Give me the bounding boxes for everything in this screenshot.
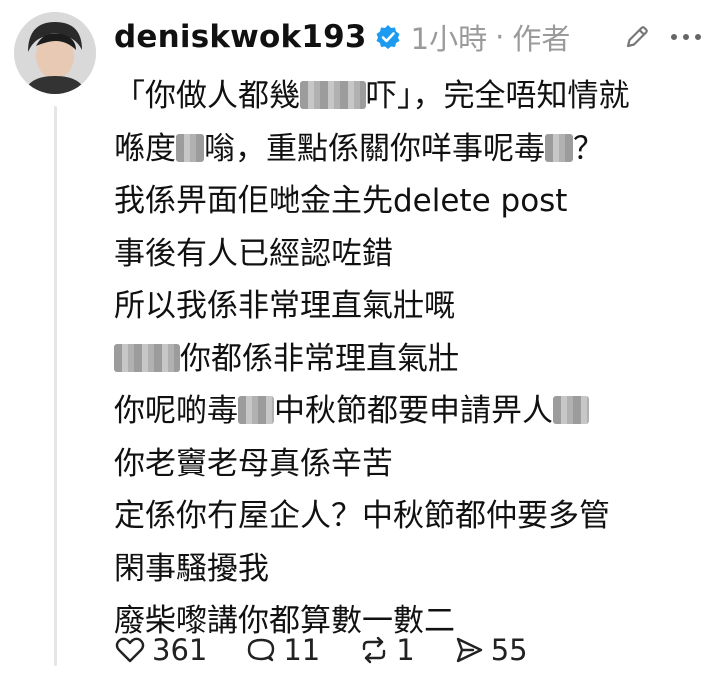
post-text-segment: 你都係非常理直氣壯 xyxy=(180,340,459,377)
post-text-segment: 吓」，完全唔知情就 xyxy=(366,78,630,114)
blurred-text xyxy=(545,133,573,162)
post-text-segment: 我係畀面佢哋金主先delete post xyxy=(114,183,568,219)
post-header: deniskwok193 1小時 · 作者 xyxy=(114,12,570,62)
post-text-line: 「你做人都幾 吓」，完全唔知情就 xyxy=(114,70,704,123)
share-button[interactable]: 55 xyxy=(453,633,528,667)
send-icon xyxy=(456,637,482,663)
comment-count: 11 xyxy=(283,633,321,667)
repost-button[interactable]: 1 xyxy=(358,633,415,667)
post-text-segment: 事後有人已經認咗錯 xyxy=(114,235,393,272)
post-text-line: 喺度 嗡，重點係關你咩事呢毒 ？ xyxy=(114,123,704,176)
verified-badge-icon xyxy=(375,24,401,50)
avatar[interactable] xyxy=(14,12,96,94)
thread-line xyxy=(54,106,57,666)
post-text-line: 我係畀面佢哋金主先delete post xyxy=(114,175,704,228)
post-text-segment: 「你做人都幾 xyxy=(114,78,300,114)
post-text-segment: ？ xyxy=(573,130,604,167)
post-text-segment: 定係你冇屋企人？中秋節都仲要多管 xyxy=(114,498,610,534)
repost-icon xyxy=(363,636,386,664)
blurred-text xyxy=(300,81,366,109)
post-text-segment: 嗡，重點係關你咩事呢毒 xyxy=(204,130,545,167)
post-text-segment: 你老竇老母真係辛苦 xyxy=(114,445,393,482)
comment-bubble-icon xyxy=(248,638,275,662)
blurred-text xyxy=(553,396,589,424)
post-text-segment: 閑事騷擾我 xyxy=(114,550,269,587)
avatar-image xyxy=(14,12,96,94)
post-time[interactable]: 1小時 xyxy=(411,16,487,58)
username[interactable]: deniskwok193 xyxy=(114,19,367,55)
post-body: 「你做人都幾 吓」，完全唔知情就 喺度 嗡，重點係關你咩事呢毒 ？我係畀面佢哋金主先de… xyxy=(114,70,704,648)
post-text-line: 所以我係非常理直氣壯嘅 xyxy=(114,280,704,333)
post-text-segment: 中秋節都要申請畀人 xyxy=(274,393,553,429)
post-text-line: 定係你冇屋企人？中秋節都仲要多管 xyxy=(114,490,704,543)
pencil-icon[interactable] xyxy=(622,22,652,52)
post-text-segment: 所以我係非常理直氣壯嘅 xyxy=(114,288,455,324)
more-dots-icon[interactable] xyxy=(668,30,704,44)
blurred-text xyxy=(238,396,274,424)
post-text-segment: 你呢啲毒 xyxy=(114,393,238,429)
post-text-line: 你都係非常理直氣壯 xyxy=(114,333,704,386)
post-text-line: 你呢啲毒 中秋節都要申請畀人 xyxy=(114,385,704,438)
post-text-line: 事後有人已經認咗錯 xyxy=(114,228,704,281)
repost-count: 1 xyxy=(396,633,415,667)
like-count: 361 xyxy=(152,633,208,667)
share-count: 55 xyxy=(490,633,528,667)
heart-icon xyxy=(115,637,145,663)
action-bar: 361 11 1 55 xyxy=(114,628,566,672)
like-button[interactable]: 361 xyxy=(114,633,207,667)
blurred-text xyxy=(176,133,204,162)
author-tag: 作者 xyxy=(512,22,571,56)
comment-button[interactable]: 11 xyxy=(245,633,320,667)
post-text-line: 你老竇老母真係辛苦 xyxy=(114,438,704,491)
blurred-text xyxy=(114,343,180,372)
meta-separator: · xyxy=(495,20,505,54)
post-text-segment: 喺度 xyxy=(114,130,176,167)
post-text-line: 閑事騷擾我 xyxy=(114,543,704,596)
